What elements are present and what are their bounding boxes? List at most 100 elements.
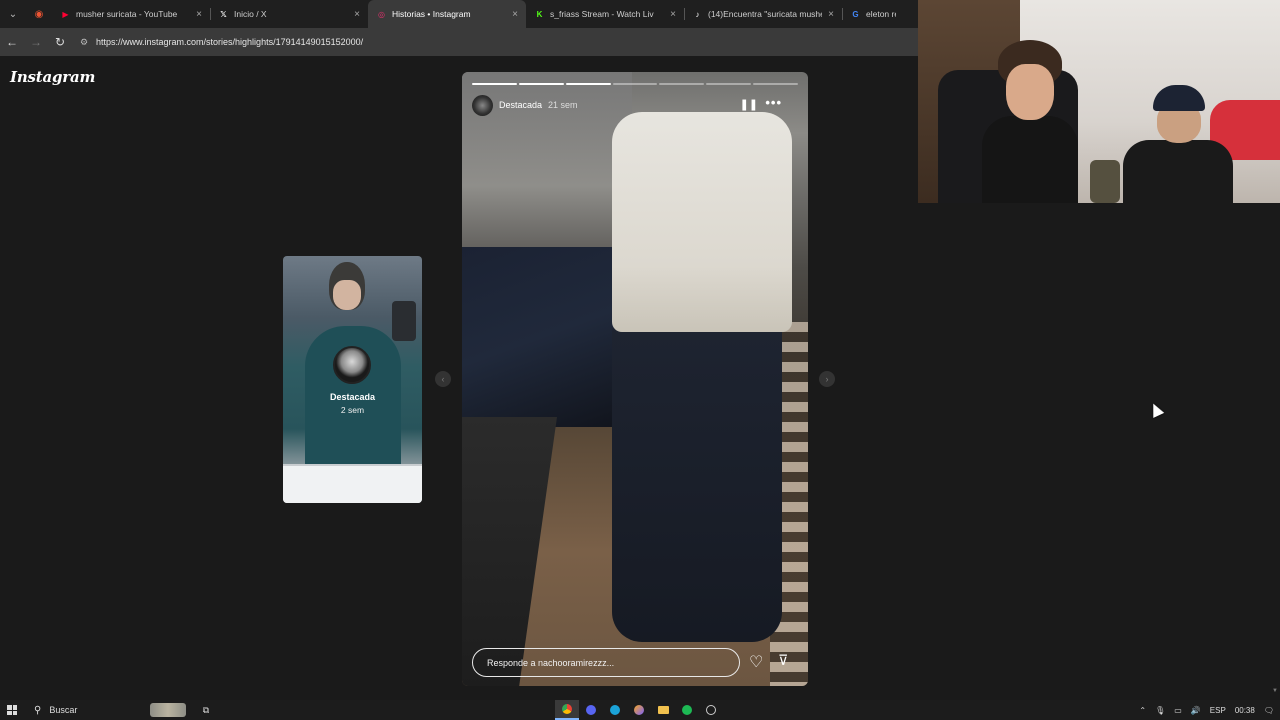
task-view-icon: ⧉ (202, 704, 210, 715)
reload-button[interactable]: ↻ (48, 30, 72, 54)
address-bar[interactable]: ⚙ https://www.instagram.com/stories/high… (78, 32, 918, 52)
browser-toolbar: ← → ↻ ⚙ https://www.instagram.com/storie… (0, 28, 918, 56)
spotify-app[interactable] (675, 700, 699, 720)
close-tab-icon[interactable]: × (512, 9, 518, 20)
network-icon[interactable]: ▭ (1174, 706, 1182, 715)
phone-image (392, 301, 416, 341)
search-highlight-image (150, 703, 186, 717)
tab-title: s_friass Stream - Watch Liv (550, 9, 654, 19)
chevron-right-icon: › (825, 374, 829, 384)
url-text: https://www.instagram.com/stories/highli… (96, 37, 364, 47)
story-viewer[interactable]: Destacada 21 sem ❚❚ ••• Responde a nacho… (462, 72, 808, 686)
search-icon: ⚲ (34, 704, 42, 716)
story-header: Destacada 21 sem ❚❚ ••• (472, 94, 798, 116)
arrow-left-icon: ← (6, 35, 18, 49)
chevron-down-icon: ⌄ (8, 8, 18, 20)
browser-tab-strip: ⌄ ◉ ▶ musher suricata - YouTube × 𝕏 Inicio /… (0, 0, 918, 28)
browser-tab[interactable]: ◎ Historias • Instagram × (368, 0, 526, 28)
heart-icon[interactable]: ♡ (749, 652, 763, 672)
discord-icon (586, 705, 596, 715)
progress-segment (753, 83, 799, 85)
edge-app[interactable] (603, 700, 627, 720)
browser-tab[interactable]: ♪ (14)Encuentra "suricata musher × (684, 0, 842, 28)
back-button[interactable]: ← (0, 30, 24, 54)
start-button[interactable] (0, 700, 24, 720)
progress-segment (565, 83, 611, 85)
browser-tab[interactable]: Geleton resort (842, 0, 904, 28)
kick-icon: K (536, 9, 543, 19)
browser-tab[interactable]: Ks_friass Stream - Watch Liv × (526, 0, 684, 28)
google-icon: G (852, 9, 859, 19)
story-author-name[interactable]: Destacada (499, 100, 542, 110)
instagram-logo[interactable]: Instagram (10, 68, 95, 86)
edge-icon (610, 705, 620, 715)
windows-taskbar: ⚲ Buscar ⧉ ⌃ 🎙 ▭ 🔊 ESP 00:38 🗨 (0, 700, 1280, 720)
streamer-right (1123, 85, 1233, 203)
tab-title: eleton resort (866, 9, 896, 19)
pause-icon[interactable]: ❚❚ (740, 98, 758, 111)
tab-list: ▶ musher suricata - YouTube × 𝕏 Inicio / X × ◎… (52, 0, 918, 28)
chevron-left-icon: ‹ (441, 374, 445, 384)
story-timestamp: 21 sem (548, 100, 578, 110)
volume-icon[interactable]: 🔊 (1191, 706, 1201, 715)
tab-title: musher suricata - YouTube (76, 9, 178, 19)
progress-segment (659, 83, 705, 85)
file-explorer-app[interactable] (651, 700, 675, 720)
spotify-icon (682, 705, 692, 715)
taskbar-apps (555, 700, 723, 720)
pinned-tab[interactable]: ◉ (26, 0, 52, 28)
paint-app[interactable] (627, 700, 651, 720)
microphone-icon[interactable]: 🎙 (1155, 706, 1165, 715)
system-tray: ⌃ 🎙 ▭ 🔊 ESP 00:38 🗨 (1139, 700, 1274, 720)
tab-title: Historias • Instagram (392, 9, 471, 19)
progress-segment (518, 83, 564, 85)
obs-app[interactable] (699, 700, 723, 720)
obs-icon (706, 705, 716, 715)
pinned-tab-icon: ◉ (34, 8, 44, 20)
tab-search-button[interactable]: ⌄ (0, 0, 26, 28)
instagram-icon: ◎ (378, 9, 385, 19)
reload-icon: ↻ (54, 35, 66, 49)
previous-story-button[interactable]: ‹ (435, 371, 451, 387)
chrome-app[interactable] (555, 700, 579, 720)
windows-logo-icon (7, 705, 17, 715)
story-avatar[interactable] (472, 94, 493, 116)
youtube-icon: ▶ (62, 9, 69, 19)
progress-segment (472, 83, 517, 85)
send-icon[interactable]: ⊽ (778, 652, 788, 669)
notification-icon[interactable]: 🗨 (1264, 706, 1274, 715)
progress-segment (706, 83, 752, 85)
close-tab-icon[interactable]: × (196, 9, 202, 20)
clock[interactable]: 00:38 (1235, 706, 1255, 715)
folder-icon (657, 706, 669, 714)
side-highlight-avatar (333, 346, 371, 384)
scroll-down-icon[interactable]: ▼ (1270, 688, 1280, 698)
chrome-icon (562, 704, 572, 714)
reply-input[interactable]: Responde a nachooramirezzz... (472, 648, 740, 677)
microphone-image (1090, 160, 1120, 203)
more-options-icon[interactable]: ••• (765, 95, 782, 110)
task-view-button[interactable]: ⧉ (194, 705, 218, 716)
streamer-left (978, 40, 1078, 203)
language-indicator[interactable]: ESP (1210, 706, 1226, 715)
discord-app[interactable] (579, 700, 603, 720)
close-tab-icon[interactable]: × (670, 9, 676, 20)
taskbar-search[interactable]: ⚲ Buscar (24, 700, 194, 720)
forward-button[interactable]: → (24, 30, 48, 54)
webcam-overlay (918, 0, 1280, 203)
site-info-icon[interactable]: ⚙ (78, 37, 90, 48)
side-highlight-name: Destacada (329, 392, 376, 402)
close-tab-icon[interactable]: × (828, 9, 834, 20)
tab-title: (14)Encuentra "suricata musher (708, 9, 823, 19)
story-progress-bar (472, 83, 799, 85)
browser-tab[interactable]: 𝕏 Inicio / X × (210, 0, 368, 28)
chevron-up-icon[interactable]: ⌃ (1139, 706, 1146, 715)
close-tab-icon[interactable]: × (354, 9, 360, 20)
browser-tab[interactable]: ▶ musher suricata - YouTube × (52, 0, 210, 28)
next-story-button[interactable]: › (819, 371, 835, 387)
arrow-right-icon: → (30, 35, 42, 49)
side-highlight-preview[interactable]: Destacada 2 sem (283, 256, 422, 503)
paint-icon (634, 705, 644, 715)
search-label: Buscar (49, 705, 78, 715)
side-highlight-time: 2 sem (340, 405, 365, 415)
